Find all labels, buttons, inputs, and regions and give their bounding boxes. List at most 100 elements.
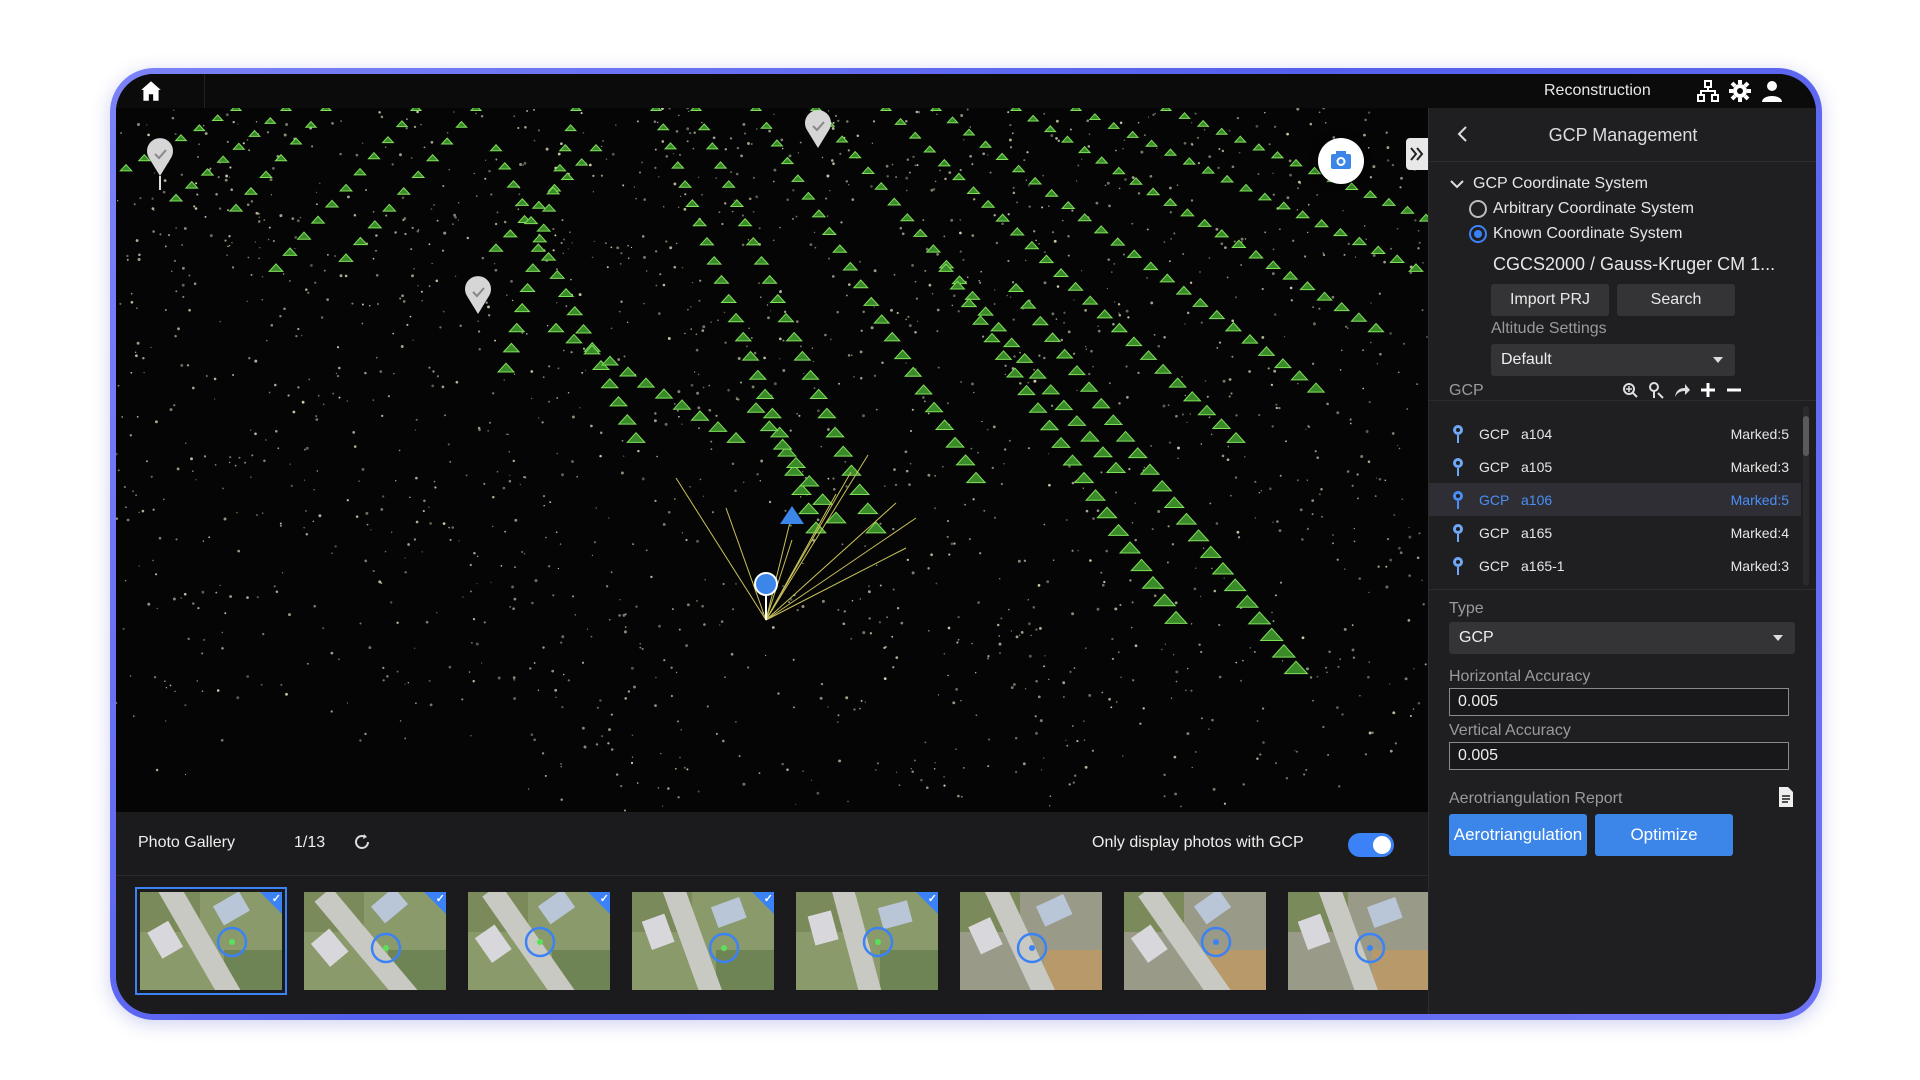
gcp-row[interactable]: GCP a105 Marked:3 bbox=[1429, 450, 1801, 483]
collapse-panel-button[interactable] bbox=[1406, 138, 1428, 170]
coordinate-system-heading[interactable]: GCP Coordinate System bbox=[1473, 175, 1648, 193]
app-screen: Reconstruction Photo Gallery 1/13 Only d… bbox=[116, 74, 1816, 1014]
pick-icon[interactable] bbox=[1647, 381, 1665, 399]
type-select[interactable]: GCP bbox=[1449, 622, 1795, 654]
document-icon[interactable] bbox=[1777, 786, 1795, 808]
gcp-row-marked: Marked:4 bbox=[1730, 525, 1789, 541]
gcp-row-marked: Marked:3 bbox=[1730, 459, 1789, 475]
selected-coordinate-system: CGCS2000 / Gauss-Kruger CM 1... bbox=[1493, 254, 1776, 274]
breadcrumb-reconstruction[interactable]: Reconstruction bbox=[1544, 82, 1651, 100]
toggle-knob bbox=[1373, 836, 1391, 854]
gcp-filter-toggle[interactable] bbox=[1348, 833, 1394, 857]
top-bar: Reconstruction bbox=[116, 74, 1816, 108]
gcp-pin-icon bbox=[1453, 425, 1463, 443]
gcp-row[interactable]: GCP a165 Marked:4 bbox=[1429, 516, 1801, 549]
altitude-select[interactable]: Default bbox=[1491, 344, 1735, 376]
radio-arbitrary-label[interactable]: Arbitrary Coordinate System bbox=[1493, 200, 1694, 218]
minus-icon[interactable] bbox=[1725, 381, 1743, 399]
checked-badge-icon: ✓ bbox=[588, 892, 610, 914]
network-icon[interactable] bbox=[1696, 79, 1720, 103]
gcp-row-marked: Marked:3 bbox=[1730, 558, 1789, 574]
gcp-row[interactable]: GCPA166Marked:4 bbox=[1429, 582, 1801, 590]
search-button[interactable]: Search bbox=[1617, 284, 1735, 316]
gcp-row-name: a105 bbox=[1521, 459, 1553, 475]
gcp-pin-icon bbox=[1453, 491, 1463, 509]
horizontal-accuracy-label: Horizontal Accuracy bbox=[1449, 668, 1591, 685]
gcp-toolbar bbox=[1621, 381, 1781, 401]
gcp-pin-icon bbox=[1453, 557, 1463, 575]
photo-thumbnail[interactable]: ✓ bbox=[632, 892, 774, 990]
import-prj-button[interactable]: Import PRJ bbox=[1491, 284, 1609, 316]
gcp-marker[interactable] bbox=[147, 138, 173, 190]
panel-header: GCP Management bbox=[1429, 108, 1816, 162]
vertical-accuracy-input[interactable]: 0.005 bbox=[1449, 742, 1789, 770]
photo-thumbnail[interactable] bbox=[1124, 892, 1266, 990]
gcp-row-type: GCP bbox=[1479, 492, 1510, 508]
photo-thumbnail[interactable]: ✓ bbox=[468, 892, 610, 990]
user-icon[interactable] bbox=[1760, 79, 1784, 103]
topbar-divider bbox=[204, 74, 205, 108]
gcp-row-type: GCP bbox=[1479, 426, 1510, 442]
caret-down-icon bbox=[1773, 635, 1783, 641]
gear-icon[interactable] bbox=[1728, 79, 1752, 103]
capture-button[interactable] bbox=[1318, 138, 1364, 184]
gcp-list-scrollbar[interactable] bbox=[1803, 406, 1809, 586]
gcp-row-name: a165-1 bbox=[1521, 558, 1565, 574]
gcp-row[interactable]: GCP a165-1 Marked:3 bbox=[1429, 549, 1801, 582]
photo-gallery-bar: Photo Gallery 1/13 Only display photos w… bbox=[116, 812, 1428, 876]
gcp-row[interactable]: GCP a106 Marked:5 bbox=[1429, 483, 1801, 516]
gcp-row-name: a106 bbox=[1521, 492, 1553, 508]
aerial-photo bbox=[1288, 892, 1428, 990]
scrollbar-thumb[interactable] bbox=[1803, 416, 1809, 456]
selected-camera-marker[interactable] bbox=[780, 506, 804, 524]
home-icon[interactable] bbox=[138, 78, 164, 104]
photo-thumbnail[interactable]: ✓ bbox=[304, 892, 446, 990]
caret-down-icon bbox=[1713, 357, 1723, 363]
double-chevron-right-icon bbox=[1410, 147, 1424, 161]
gcp-rays bbox=[675, 454, 917, 621]
radio-known[interactable] bbox=[1469, 225, 1487, 243]
aerotriangulation-button[interactable]: Aerotriangulation bbox=[1449, 814, 1587, 856]
checked-badge-icon: ✓ bbox=[260, 892, 282, 914]
gcp-pin-icon bbox=[1453, 524, 1463, 542]
altitude-settings-label: Altitude Settings bbox=[1491, 320, 1607, 337]
checked-badge-icon: ✓ bbox=[916, 892, 938, 914]
gcp-row-marked: Marked:5 bbox=[1730, 426, 1789, 442]
photo-thumbnail[interactable]: ✓ bbox=[796, 892, 938, 990]
gcp-row-type: GCP bbox=[1479, 525, 1510, 541]
gcp-list[interactable]: GCP a104 Marked:5 GCP a105 Marked:3 GCP a106 Mar… bbox=[1429, 400, 1816, 590]
photo-thumbnail-strip: ✓ ✓ ✓ ✓ ✓ bbox=[116, 876, 1428, 1014]
gcp-row-type: GCP bbox=[1479, 558, 1510, 574]
radio-known-label[interactable]: Known Coordinate System bbox=[1493, 225, 1682, 243]
optimize-button[interactable]: Optimize bbox=[1595, 814, 1733, 856]
gcp-list-heading: GCP bbox=[1449, 382, 1484, 399]
chevron-down-icon[interactable] bbox=[1449, 176, 1465, 192]
gcp-management-panel: GCP Management GCP Coordinate System Arb… bbox=[1428, 108, 1816, 1014]
share-icon[interactable] bbox=[1673, 381, 1691, 399]
gallery-title: Photo Gallery bbox=[138, 834, 235, 851]
radio-arbitrary[interactable] bbox=[1469, 200, 1487, 218]
point-cloud-points bbox=[116, 108, 1428, 812]
gcp-marker[interactable] bbox=[465, 276, 491, 314]
gcp-pin-icon bbox=[1451, 589, 1465, 590]
camera-icon bbox=[1331, 151, 1351, 169]
vertical-accuracy-label: Vertical Accuracy bbox=[1449, 722, 1571, 739]
aerotriangulation-report-label: Aerotriangulation Report bbox=[1449, 790, 1623, 807]
gcp-row-type: GCP bbox=[1479, 459, 1510, 475]
refresh-icon[interactable] bbox=[352, 832, 372, 852]
photo-thumbnail[interactable] bbox=[960, 892, 1102, 990]
plus-icon[interactable] bbox=[1699, 381, 1717, 399]
point-cloud-viewport[interactable] bbox=[116, 108, 1428, 812]
photo-thumbnail[interactable]: ✓ bbox=[135, 887, 287, 995]
gcp-row-marked: Marked:5 bbox=[1730, 492, 1789, 508]
altitude-select-value: Default bbox=[1501, 351, 1552, 368]
checked-badge-icon: ✓ bbox=[424, 892, 446, 914]
point-cloud-canvas[interactable] bbox=[116, 108, 1428, 812]
horizontal-accuracy-input[interactable]: 0.005 bbox=[1449, 688, 1789, 716]
gcp-row[interactable]: GCP a104 Marked:5 bbox=[1429, 417, 1801, 450]
photo-thumbnail[interactable] bbox=[1288, 892, 1428, 990]
locate-icon[interactable] bbox=[1621, 381, 1639, 399]
checked-badge-icon: ✓ bbox=[752, 892, 774, 914]
gcp-marker[interactable] bbox=[805, 110, 831, 148]
gcp-row-name: a165 bbox=[1521, 525, 1553, 541]
